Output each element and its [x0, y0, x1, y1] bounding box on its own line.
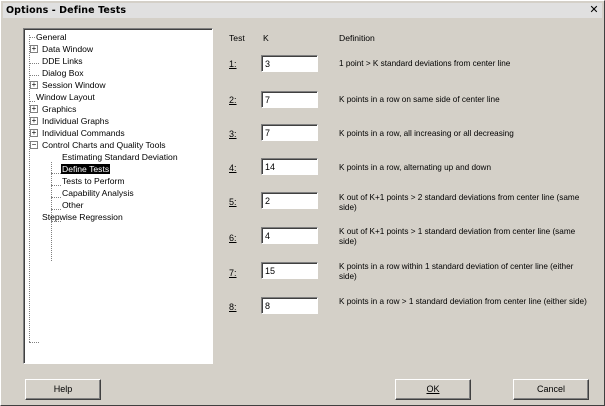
- tree-item-label: Graphics: [42, 104, 77, 114]
- tree-item-general[interactable]: General: [35, 31, 68, 43]
- test-number-8: 8:: [229, 302, 237, 312]
- test-1-k-input[interactable]: [261, 55, 318, 72]
- title-bar[interactable]: Options - Define Tests ✕: [3, 3, 602, 18]
- tree-item-dde-links[interactable]: DDE Links: [41, 55, 84, 67]
- tree-item-label: Session Window: [42, 80, 106, 90]
- test-6-k-input[interactable]: [261, 227, 318, 244]
- tree-item-label: Window Layout: [36, 92, 95, 102]
- tree-item-label: Control Charts and Quality Tools: [42, 140, 166, 150]
- expand-plus-icon[interactable]: +: [30, 105, 38, 113]
- tree-item-label: Data Window: [42, 44, 94, 54]
- tree-item-session-window[interactable]: + Session Window: [30, 79, 107, 91]
- tree-item-label: General: [36, 32, 67, 42]
- test-3-k-input[interactable]: [261, 124, 318, 141]
- tree-item-window-layout[interactable]: Window Layout: [35, 91, 96, 103]
- test-7-k-input[interactable]: [261, 262, 318, 279]
- test-5-definition: K out of K+1 points > 2 standard deviati…: [339, 193, 580, 212]
- expand-plus-icon[interactable]: +: [30, 117, 38, 125]
- test-number-1: 1:: [229, 59, 237, 69]
- expand-plus-icon[interactable]: +: [30, 81, 38, 89]
- test-number-3: 3:: [229, 129, 237, 139]
- tree-item-label: Define Tests: [61, 164, 111, 174]
- tree-connector: [51, 173, 61, 174]
- dialog-title: Options - Define Tests: [6, 5, 127, 16]
- close-icon[interactable]: ✕: [588, 4, 600, 16]
- tree-item-label: Stepwise Regression: [42, 212, 123, 222]
- tree-connector: [51, 209, 61, 210]
- tree-item-tests-to-perform[interactable]: Tests to Perform: [61, 175, 126, 187]
- tree-connector: [29, 75, 39, 76]
- tree-item-other[interactable]: Other: [61, 199, 85, 211]
- definition-column-header: Definition: [339, 33, 375, 43]
- test-number-4: 4:: [229, 163, 237, 173]
- test-3-definition: K points in a row, all increasing or all…: [339, 129, 514, 138]
- test-5-k-input[interactable]: [261, 192, 318, 209]
- tree-item-estimating-std-dev[interactable]: Estimating Standard Deviation: [61, 151, 179, 163]
- k-column-header: K: [263, 33, 269, 43]
- tree-item-label: Estimating Standard Deviation: [62, 152, 178, 162]
- test-2-k-input[interactable]: [261, 91, 318, 108]
- test-4-k-input[interactable]: [261, 158, 318, 175]
- collapse-minus-icon[interactable]: −: [30, 141, 38, 149]
- cancel-button[interactable]: Cancel: [513, 379, 589, 400]
- tree-connector: [29, 63, 39, 64]
- test-1-definition: 1 point > K standard deviations from cen…: [339, 59, 511, 68]
- tree-item-label: Capability Analysis: [62, 188, 134, 198]
- test-6-definition: K out of K+1 points > 1 standard deviati…: [339, 227, 576, 246]
- tree-item-control-charts[interactable]: − Control Charts and Quality Tools: [30, 139, 167, 151]
- options-dialog: Options - Define Tests ✕ General + Data …: [0, 0, 605, 406]
- tree-item-label: Individual Commands: [42, 128, 125, 138]
- test-number-6: 6:: [229, 233, 237, 243]
- test-column-header: Test: [229, 33, 245, 43]
- tree-item-dialog-box[interactable]: Dialog Box: [41, 67, 85, 79]
- tree-item-graphics[interactable]: + Graphics: [30, 103, 77, 115]
- tree-item-individual-commands[interactable]: + Individual Commands: [30, 127, 126, 139]
- test-8-definition: K points in a row > 1 standard deviation…: [339, 297, 587, 306]
- test-4-definition: K points in a row, alternating up and do…: [339, 163, 492, 172]
- test-number-5: 5:: [229, 197, 237, 207]
- expand-plus-icon[interactable]: +: [30, 129, 38, 137]
- test-number-2: 2:: [229, 95, 237, 105]
- tree-item-label: Dialog Box: [42, 68, 84, 78]
- tree-item-capability-analysis[interactable]: Capability Analysis: [61, 187, 135, 199]
- ok-button-label: OK: [426, 384, 440, 394]
- tree-item-define-tests[interactable]: Define Tests: [61, 163, 111, 175]
- tree-item-individual-graphs[interactable]: + Individual Graphs: [30, 115, 110, 127]
- tree-item-label: Other: [62, 200, 84, 210]
- tree-item-stepwise-regression[interactable]: Stepwise Regression: [41, 211, 124, 223]
- options-tree[interactable]: General + Data Window DDE Links Dialog B…: [23, 28, 213, 364]
- tree-item-label: Individual Graphs: [42, 116, 109, 126]
- test-number-7: 7:: [229, 268, 237, 278]
- tree-item-label: Tests to Perform: [62, 176, 125, 186]
- tree-item-label: DDE Links: [42, 56, 83, 66]
- ok-button[interactable]: OK: [395, 379, 471, 400]
- expand-plus-icon[interactable]: +: [30, 45, 38, 53]
- tree-item-data-window[interactable]: + Data Window: [30, 43, 94, 55]
- test-7-definition: K points in a row within 1 standard devi…: [339, 262, 574, 281]
- tree-connector: [51, 185, 61, 186]
- tree-connector: [29, 342, 39, 343]
- help-button[interactable]: Help: [25, 379, 101, 400]
- tree-connector: [51, 197, 61, 198]
- test-8-k-input[interactable]: [261, 297, 318, 314]
- test-2-definition: K points in a row on same side of center…: [339, 95, 500, 104]
